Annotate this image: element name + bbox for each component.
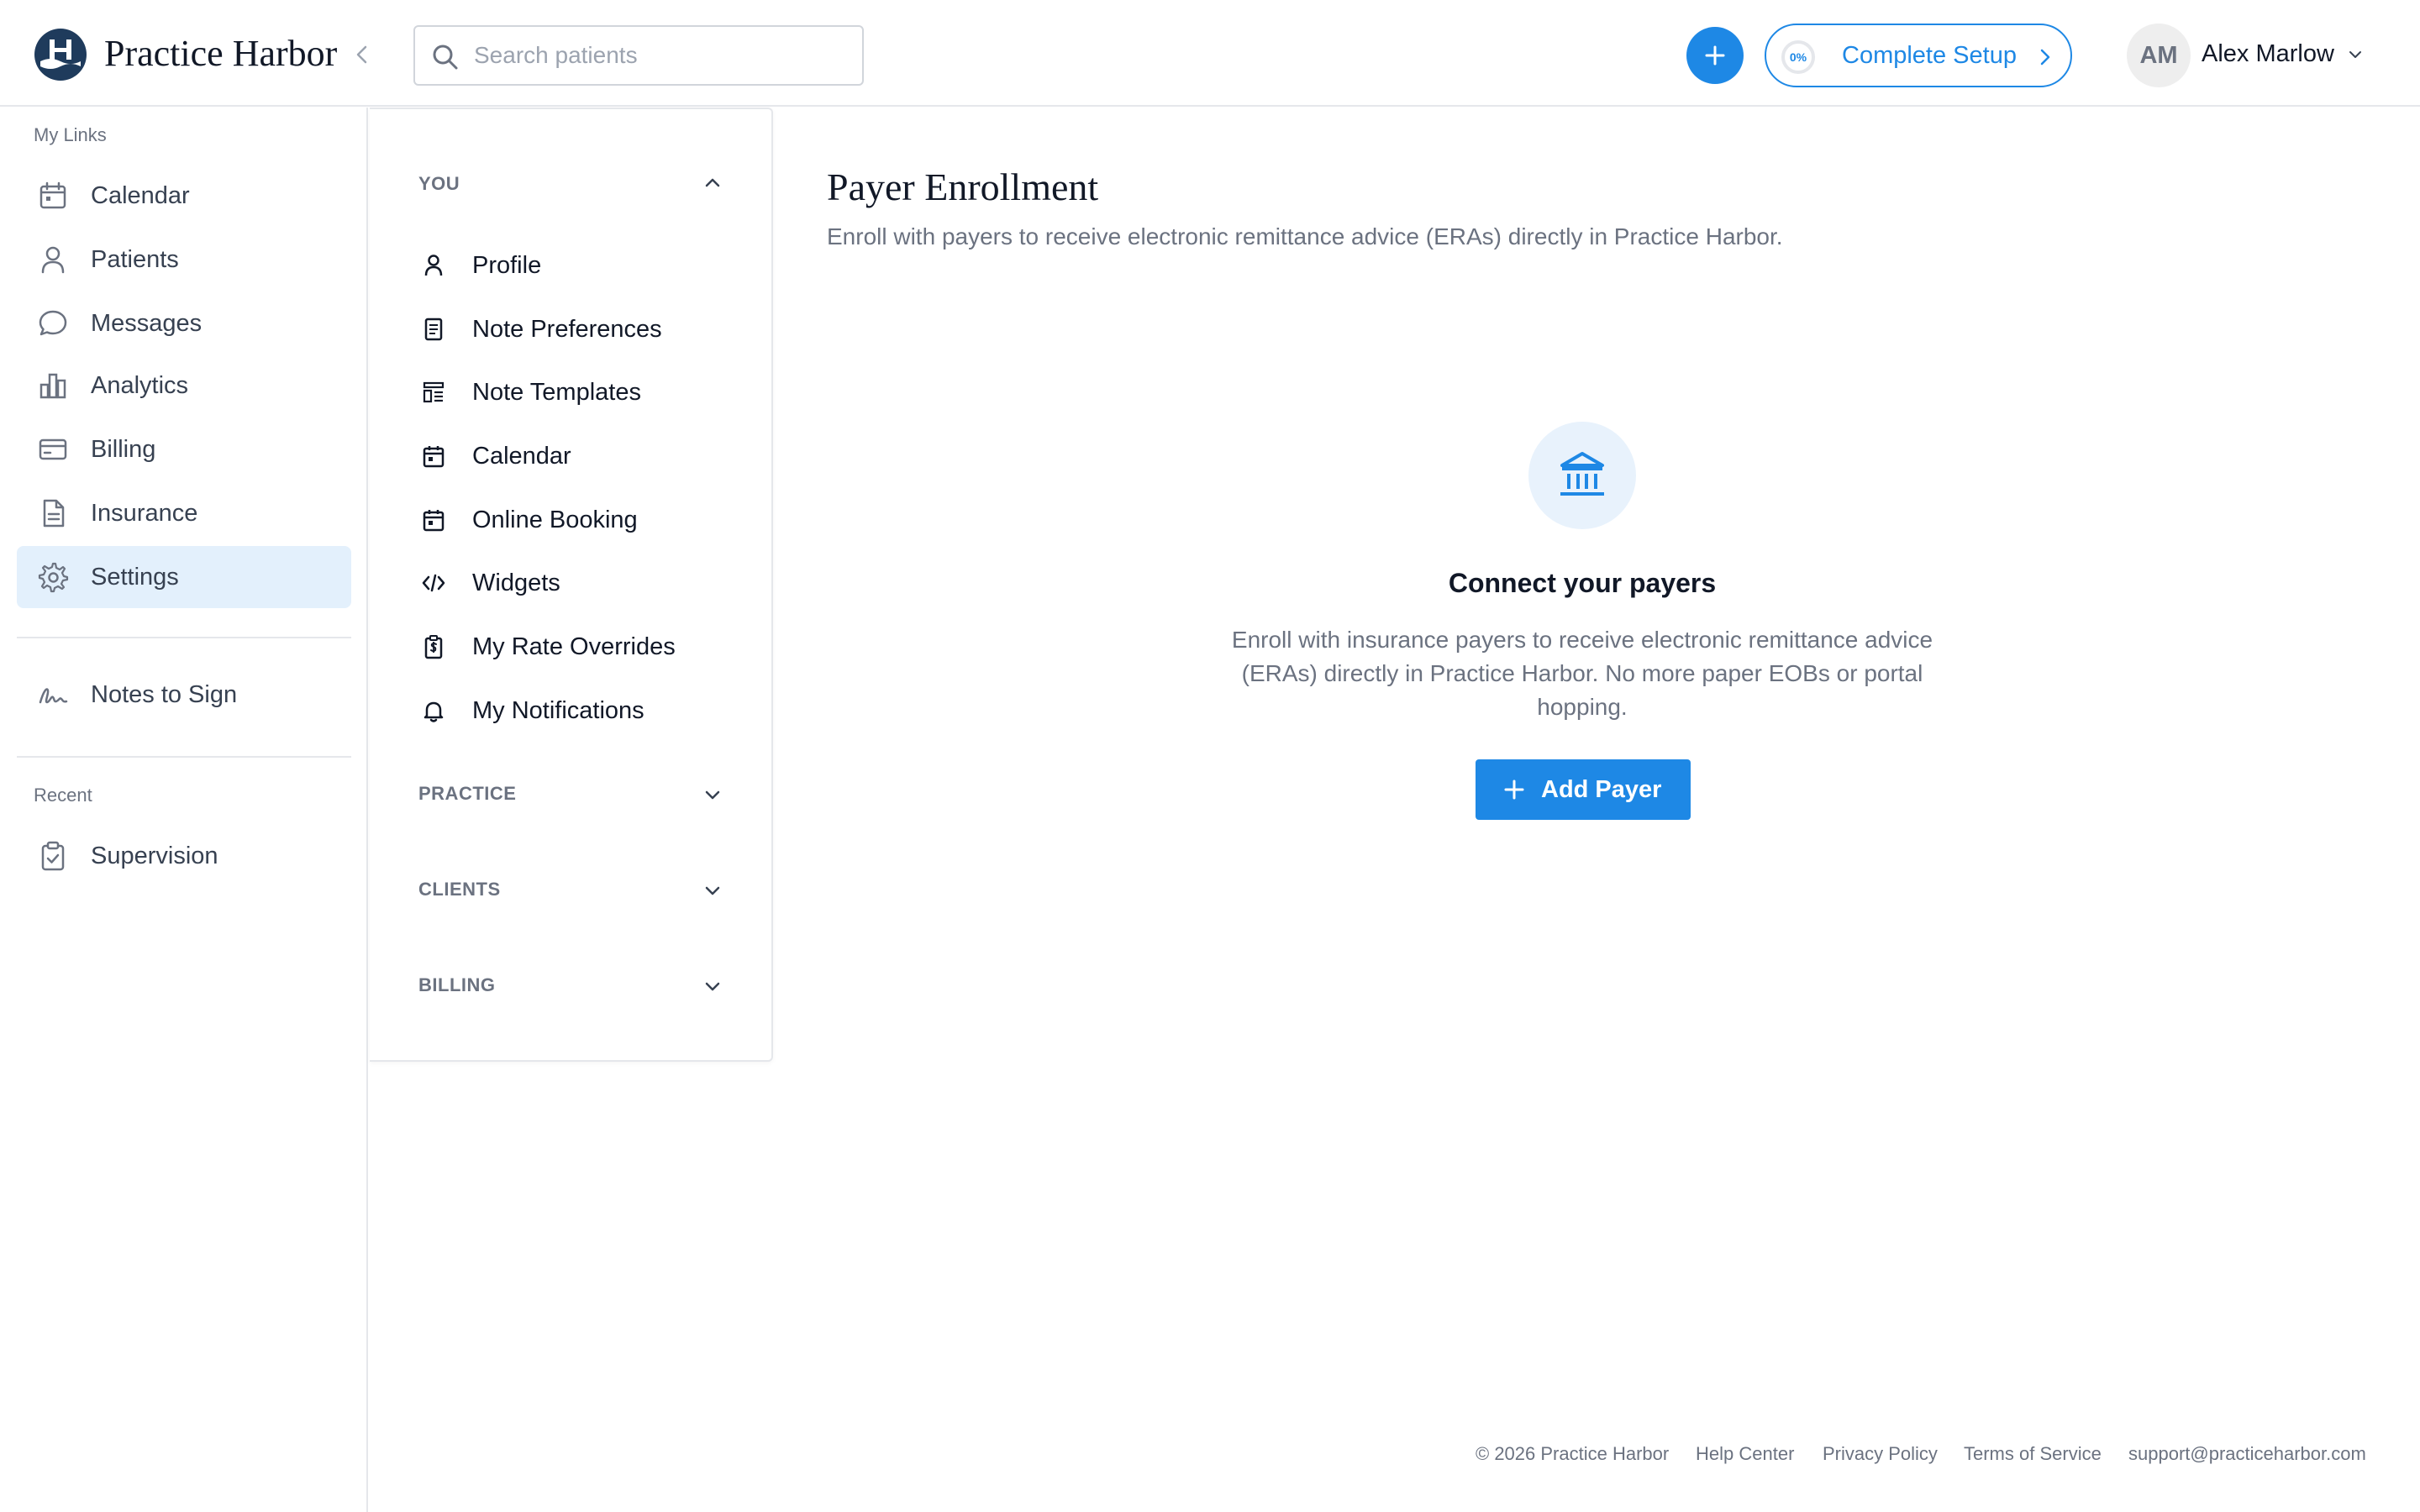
sidebar-item-settings[interactable]: Settings bbox=[17, 546, 351, 608]
empty-state-icon-circle bbox=[1528, 422, 1636, 529]
sidebar-item-label: Billing bbox=[91, 436, 156, 463]
chat-bubble-icon bbox=[39, 310, 67, 336]
page-title: Payer Enrollment bbox=[827, 165, 1099, 208]
dollar-clipboard-icon bbox=[424, 635, 443, 659]
gear-icon bbox=[38, 562, 69, 593]
settings-item-note-templates[interactable]: Note Templates bbox=[420, 369, 756, 416]
footer-copyright: © 2026 Practice Harbor bbox=[1476, 1443, 1670, 1464]
user-name[interactable]: Alex Marlow bbox=[2202, 40, 2334, 68]
chevron-down-icon[interactable] bbox=[701, 974, 724, 998]
add-payer-label: Add Payer bbox=[1541, 776, 1662, 803]
footer-link-privacy-policy[interactable]: Privacy Policy bbox=[1823, 1443, 1938, 1465]
clipboard-check-icon bbox=[41, 841, 65, 871]
brand-name[interactable]: Practice Harbor bbox=[104, 32, 337, 75]
group-clients-header[interactable]: CLIENTS bbox=[418, 879, 501, 900]
footer-support-email[interactable]: support@practiceharbor.com bbox=[2128, 1443, 2366, 1465]
settings-item-calendar[interactable]: Calendar bbox=[420, 433, 756, 480]
sidebar-item-label: Insurance bbox=[91, 500, 198, 527]
search-input[interactable] bbox=[474, 27, 852, 84]
calendar-icon bbox=[423, 510, 445, 532]
chevron-right-icon bbox=[2040, 49, 2050, 66]
sidebar-item-label: Messages bbox=[91, 310, 203, 337]
sidebar-item-billing[interactable]: Billing bbox=[17, 418, 351, 480]
group-you-header[interactable]: YOU bbox=[418, 173, 460, 195]
chevron-up-icon[interactable] bbox=[701, 171, 724, 195]
settings-item-label: Profile bbox=[472, 252, 542, 279]
chevron-down-icon[interactable] bbox=[2346, 45, 2365, 64]
sidebar-item-messages[interactable]: Messages bbox=[17, 292, 351, 354]
add-payer-button[interactable]: Add Payer bbox=[1476, 759, 1691, 820]
search-icon bbox=[433, 45, 458, 70]
page-subtitle: Enroll with payers to receive electronic… bbox=[827, 223, 1783, 249]
sidebar-item-label: Patients bbox=[91, 246, 179, 273]
sidebar-item-patients[interactable]: Patients bbox=[17, 228, 351, 291]
chevron-down-icon[interactable] bbox=[701, 879, 724, 902]
sidebar-item-analytics[interactable]: Analytics bbox=[17, 354, 351, 417]
sidebar-item-label: Notes to Sign bbox=[91, 681, 238, 708]
footer-link-help-center[interactable]: Help Center bbox=[1696, 1443, 1794, 1465]
credit-card-icon bbox=[39, 438, 67, 460]
code-icon bbox=[422, 574, 445, 592]
empty-state-text: Enroll with insurance payers to receive … bbox=[1231, 627, 1933, 720]
note-icon bbox=[424, 318, 443, 341]
settings-item-profile[interactable]: Profile bbox=[420, 242, 756, 289]
left-sidebar: My Links Calendar Patients Messages Anal… bbox=[0, 108, 368, 1512]
sidebar-divider bbox=[17, 637, 351, 638]
settings-item-label: Widgets bbox=[472, 570, 560, 596]
sidebar-item-calendar[interactable]: Calendar bbox=[17, 165, 351, 227]
settings-item-label: Note Templates bbox=[472, 379, 641, 406]
group-practice-header[interactable]: PRACTICE bbox=[418, 783, 516, 805]
user-icon bbox=[41, 246, 65, 274]
complete-setup-button[interactable]: 0% Complete Setup bbox=[1765, 24, 2072, 87]
plus-icon bbox=[1705, 45, 1725, 66]
settings-item-note-preferences[interactable]: Note Preferences bbox=[420, 306, 756, 353]
complete-setup-label: Complete Setup bbox=[1842, 42, 2017, 69]
sidebar-item-label: Supervision bbox=[91, 843, 218, 869]
bank-icon bbox=[1560, 452, 1604, 496]
calendar-icon bbox=[423, 446, 445, 468]
settings-item-my-rate-overrides[interactable]: My Rate Overrides bbox=[420, 623, 756, 670]
chevron-down-icon[interactable] bbox=[701, 783, 724, 806]
plus-icon bbox=[1504, 780, 1524, 800]
sidebar-item-insurance[interactable]: Insurance bbox=[17, 482, 351, 544]
user-avatar[interactable]: AM bbox=[2127, 24, 2191, 87]
recent-label: Recent bbox=[34, 785, 92, 806]
my-links-label: My Links bbox=[34, 124, 107, 145]
practice-harbor-logo-icon[interactable] bbox=[34, 28, 87, 81]
settings-item-label: Online Booking bbox=[472, 507, 638, 533]
sidebar-item-notes-to-sign[interactable]: Notes to Sign bbox=[17, 664, 351, 726]
setup-progress-text: 0% bbox=[1789, 50, 1807, 64]
template-icon bbox=[423, 381, 445, 403]
signature-icon bbox=[39, 688, 68, 704]
search-box[interactable] bbox=[413, 25, 864, 86]
settings-submenu: YOU Profile Note Preferences Note Templa… bbox=[370, 108, 773, 1062]
document-icon bbox=[43, 499, 65, 528]
collapse-sidebar-icon[interactable] bbox=[348, 40, 376, 69]
top-header: Practice Harbor 0% Complete Setup AM Ale… bbox=[0, 0, 2420, 107]
settings-item-label: Calendar bbox=[472, 443, 571, 470]
sidebar-item-label: Analytics bbox=[91, 372, 189, 399]
user-icon bbox=[424, 255, 443, 276]
sidebar-item-label: Calendar bbox=[91, 182, 190, 209]
group-billing-header[interactable]: BILLING bbox=[418, 974, 496, 996]
empty-state-title: Connect your payers bbox=[1448, 568, 1717, 598]
sidebar-item-supervision[interactable]: Supervision bbox=[17, 825, 351, 887]
settings-item-label: My Rate Overrides bbox=[472, 633, 676, 660]
sidebar-item-label: Settings bbox=[91, 564, 179, 591]
settings-item-widgets[interactable]: Widgets bbox=[420, 559, 756, 606]
footer-link-terms-of-service[interactable]: Terms of Service bbox=[1964, 1443, 2102, 1465]
bell-icon bbox=[424, 701, 444, 722]
settings-item-label: Note Preferences bbox=[472, 316, 662, 343]
settings-item-online-booking[interactable]: Online Booking bbox=[420, 496, 756, 543]
bar-chart-icon bbox=[39, 373, 66, 399]
calendar-icon bbox=[39, 181, 66, 209]
settings-item-label: My Notifications bbox=[472, 697, 644, 724]
quick-add-button[interactable] bbox=[1686, 27, 1744, 84]
settings-item-my-notifications[interactable]: My Notifications bbox=[420, 687, 756, 734]
sidebar-divider bbox=[17, 756, 351, 758]
